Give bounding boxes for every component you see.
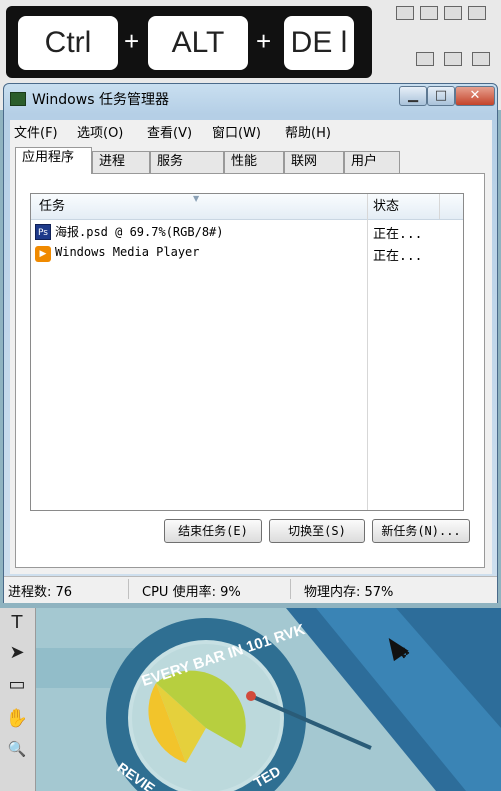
- end-task-button[interactable]: 结束任务(E): [164, 519, 262, 543]
- status-separator: [128, 579, 129, 599]
- close-button[interactable]: ✕: [455, 86, 495, 106]
- cpu-usage: CPU 使用率: 9%: [142, 585, 241, 600]
- maximize-button[interactable]: □: [427, 86, 455, 106]
- alt-key: ALT: [148, 16, 248, 70]
- menu-window[interactable]: 窗口(W): [212, 122, 261, 141]
- distribute-icon[interactable]: [444, 52, 462, 66]
- table-row[interactable]: Ps 海报.psd @ 69.7%(RGB/8#) 正在...: [31, 222, 463, 242]
- menu-options[interactable]: 选项(O): [77, 122, 123, 141]
- new-task-button[interactable]: 新任务(N)...: [372, 519, 470, 543]
- table-row[interactable]: ▶ Windows Media Player 正在...: [31, 244, 463, 264]
- photoshop-icon: Ps: [35, 224, 51, 240]
- memory-usage: 物理内存: 57%: [304, 585, 394, 600]
- task-name: Windows Media Player: [55, 245, 200, 259]
- photoshop-canvas[interactable]: EVERY BAR IN 101 RVK REVIE TED: [36, 608, 501, 791]
- tools-panel: T ➤ ▭ ✋ 🔍: [0, 608, 36, 791]
- status-separator: [290, 579, 291, 599]
- task-list[interactable]: 任务 ▼ 状态 Ps 海报.psd @ 69.7%(RGB/8#) 正在... …: [30, 193, 464, 511]
- menu-help[interactable]: 帮助(H): [285, 122, 331, 141]
- zoom-tool-icon[interactable]: 🔍: [4, 736, 30, 762]
- distribute-icon[interactable]: [416, 52, 434, 66]
- rectangle-tool-icon[interactable]: ▭: [4, 672, 30, 698]
- move-cursor-icon: ✥: [398, 646, 410, 662]
- menu-bar: 文件(F) 选项(O) 查看(V) 窗口(W) 帮助(H): [10, 120, 492, 142]
- status-bar: 进程数: 76 CPU 使用率: 9% 物理内存: 57%: [4, 576, 497, 603]
- column-task[interactable]: 任务: [39, 194, 65, 219]
- tab-networking[interactable]: 联网: [284, 151, 344, 173]
- poster-artwork: EVERY BAR IN 101 RVK REVIE TED: [36, 608, 501, 791]
- menu-view[interactable]: 查看(V): [147, 122, 192, 141]
- menu-file[interactable]: 文件(F): [14, 122, 58, 141]
- task-name: 海报.psd @ 69.7%(RGB/8#): [55, 225, 224, 239]
- plus-sign: +: [124, 26, 140, 56]
- hand-tool-icon[interactable]: ✋: [4, 706, 30, 732]
- task-manager-icon: [10, 92, 26, 106]
- task-status: 正在...: [373, 227, 423, 242]
- plus-sign: +: [256, 26, 272, 56]
- align-icon[interactable]: [444, 6, 462, 20]
- tab-applications[interactable]: 应用程序: [15, 147, 92, 174]
- title-bar[interactable]: Windows 任务管理器 ▁ □ ✕: [4, 84, 497, 112]
- tab-services[interactable]: 服务: [150, 151, 224, 173]
- window-title: Windows 任务管理器: [32, 92, 169, 108]
- process-count: 进程数: 76: [8, 585, 73, 600]
- minimize-button[interactable]: ▁: [399, 86, 427, 106]
- column-status[interactable]: 状态: [373, 194, 399, 219]
- tab-processes[interactable]: 进程: [92, 151, 150, 173]
- sort-arrow-icon: ▼: [193, 194, 200, 203]
- align-icon[interactable]: [420, 6, 438, 20]
- task-manager-body: 应用程序 进程 服务 性能 联网 用户 任务 ▼ 状态 Ps 海报.psd @ …: [10, 142, 492, 574]
- media-player-icon: ▶: [35, 246, 51, 262]
- type-tool-icon[interactable]: T: [4, 610, 30, 636]
- del-key: DE l: [284, 16, 354, 70]
- tab-performance[interactable]: 性能: [224, 151, 284, 173]
- switch-to-button[interactable]: 切换至(S): [269, 519, 365, 543]
- column-divider: [439, 194, 440, 219]
- distribute-icon[interactable]: [472, 52, 490, 66]
- task-status: 正在...: [373, 249, 423, 264]
- align-icon[interactable]: [396, 6, 414, 20]
- align-icon[interactable]: [468, 6, 486, 20]
- tab-users[interactable]: 用户: [344, 151, 400, 173]
- task-manager-window: Windows 任务管理器 ▁ □ ✕ 文件(F) 选项(O) 查看(V) 窗口…: [3, 83, 498, 603]
- ctrl-key: Ctrl: [18, 16, 118, 70]
- path-selection-icon[interactable]: ➤: [4, 640, 30, 666]
- keyboard-shortcut-overlay: Ctrl + ALT + DE l: [6, 6, 372, 78]
- list-header: 任务 ▼ 状态: [31, 194, 463, 220]
